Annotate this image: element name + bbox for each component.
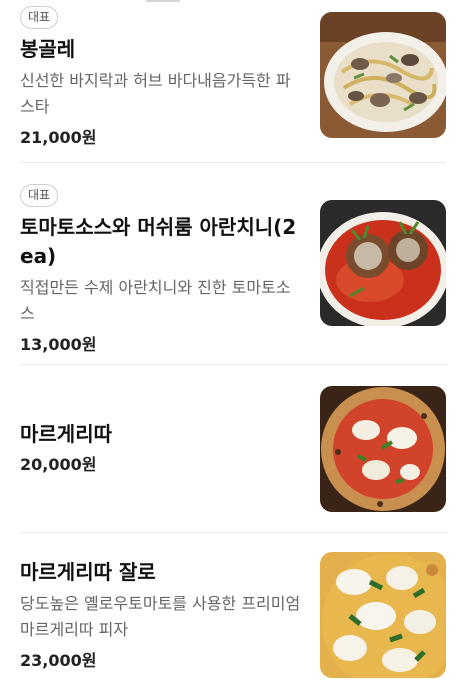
menu-item-name: 봉골레	[20, 37, 76, 61]
menu-item-info: 마르게리따 20,000원	[20, 420, 304, 477]
menu-item-price: 23,000원	[20, 651, 97, 670]
menu-item-description: 신선한 바지락과 허브 바다내음가득한 파스타	[20, 71, 291, 116]
menu-item-description: 당도높은 옐로우토마토를 사용한 프리미엄 마르게리따 피자	[20, 594, 301, 639]
divider	[20, 532, 446, 533]
signature-badge: 대표	[20, 6, 59, 29]
vongole-pasta-photo[interactable]	[320, 12, 446, 138]
menu-item-info: 대표 토마토소스와 머쉬룸 아란치니(2ea) 직접만든 수제 아란치니와 진한…	[20, 184, 304, 357]
scroll-indicator	[146, 0, 180, 2]
menu-item-price: 13,000원	[20, 335, 97, 354]
menu-item-info: 마르게리따 잘로 당도높은 옐로우토마토를 사용한 프리미엄 마르게리따 피자 …	[20, 558, 304, 673]
arancini-tomato-sauce-photo[interactable]	[320, 200, 446, 326]
menu-item-price: 20,000원	[20, 455, 97, 474]
menu-item-name: 토마토소스와 머쉬룸 아란치니(2ea)	[20, 215, 297, 268]
menu-item-price: 21,000원	[20, 128, 97, 147]
signature-badge: 대표	[20, 184, 59, 207]
divider	[20, 364, 446, 365]
divider	[20, 162, 446, 163]
menu-item-description: 직접만든 수제 아란치니와 진한 토마토소스	[20, 278, 291, 323]
menu-item-name: 마르게리따	[20, 422, 112, 446]
menu-item-info: 대표 봉골레 신선한 바지락과 허브 바다내음가득한 파스타 21,000원	[20, 6, 304, 150]
menu-item-name: 마르게리따 잘로	[20, 560, 156, 584]
margherita-pizza-photo[interactable]	[320, 386, 446, 512]
margherita-giallo-pizza-photo[interactable]	[320, 552, 446, 678]
